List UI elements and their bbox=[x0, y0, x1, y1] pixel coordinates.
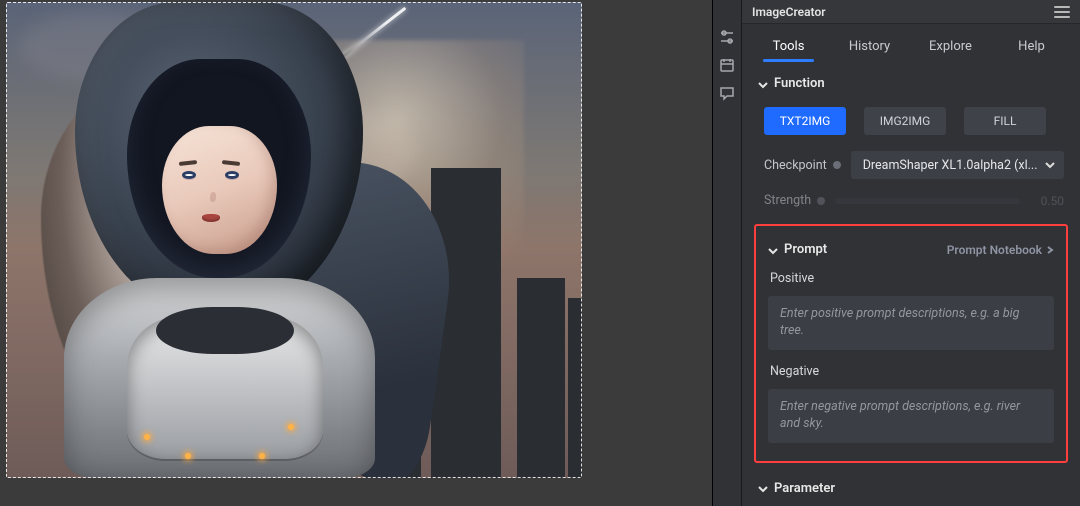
panel-title: ImageCreator bbox=[752, 5, 826, 19]
chevron-down-icon bbox=[1044, 159, 1056, 171]
section-prompt-title: Prompt bbox=[784, 242, 827, 257]
chat-icon[interactable] bbox=[719, 86, 735, 100]
section-function-header[interactable]: Function bbox=[758, 70, 1064, 91]
checkpoint-row: Checkpoint DreamShaper XL1.0alpha2 (xl..… bbox=[758, 147, 1064, 179]
mode-buttons: TXT2IMG IMG2IMG FILL bbox=[758, 101, 1064, 137]
tab-history[interactable]: History bbox=[829, 29, 910, 62]
strength-slider[interactable] bbox=[835, 198, 1020, 204]
mode-img2img[interactable]: IMG2IMG bbox=[864, 107, 946, 135]
prompt-section-highlight: Prompt Prompt Notebook Positive Enter po… bbox=[754, 224, 1068, 463]
calendar-icon[interactable] bbox=[719, 58, 735, 72]
canvas-selection[interactable] bbox=[6, 2, 582, 478]
checkpoint-select[interactable]: DreamShaper XL1.0alpha2 (xl... bbox=[851, 151, 1064, 179]
status-dot-icon bbox=[833, 161, 841, 169]
negative-label: Negative bbox=[768, 358, 1054, 381]
strength-value: 0.50 bbox=[1030, 194, 1064, 208]
prompt-notebook-link[interactable]: Prompt Notebook bbox=[947, 243, 1054, 257]
positive-label: Positive bbox=[768, 265, 1054, 288]
mode-fill[interactable]: FILL bbox=[964, 107, 1046, 135]
main-tabs: Tools History Explore Help bbox=[742, 24, 1080, 66]
app-root: ImageCreator Tools History Explore Help … bbox=[0, 0, 1080, 506]
tab-tools[interactable]: Tools bbox=[748, 29, 829, 62]
chevron-down-icon bbox=[758, 79, 768, 89]
imagecreator-panel: ImageCreator Tools History Explore Help … bbox=[742, 0, 1080, 506]
section-parameter-header[interactable]: Parameter bbox=[758, 475, 1064, 496]
strength-row: Strength 0.50 bbox=[758, 189, 1064, 208]
positive-prompt-input[interactable]: Enter positive prompt descriptions, e.g.… bbox=[768, 296, 1054, 350]
slider-icon[interactable] bbox=[719, 30, 735, 44]
generated-image-preview[interactable] bbox=[6, 2, 582, 478]
strength-label: Strength bbox=[764, 193, 825, 208]
side-icon-strip bbox=[712, 0, 742, 506]
panel-header: ImageCreator bbox=[742, 0, 1080, 24]
checkpoint-label: Checkpoint bbox=[764, 158, 841, 173]
panel-scroll[interactable]: Function TXT2IMG IMG2IMG FILL Checkpoint… bbox=[742, 66, 1080, 506]
negative-prompt-input[interactable]: Enter negative prompt descriptions, e.g.… bbox=[768, 389, 1054, 443]
tab-help[interactable]: Help bbox=[991, 29, 1072, 62]
tab-explore[interactable]: Explore bbox=[910, 29, 991, 62]
chevron-down-icon bbox=[768, 245, 778, 255]
section-prompt-header[interactable]: Prompt Prompt Notebook bbox=[768, 236, 1054, 257]
panel-menu-icon[interactable] bbox=[1054, 6, 1070, 18]
chevron-down-icon bbox=[758, 483, 768, 493]
section-parameter-title: Parameter bbox=[774, 481, 835, 496]
canvas-region[interactable] bbox=[0, 0, 712, 506]
checkpoint-value: DreamShaper XL1.0alpha2 (xl... bbox=[863, 158, 1038, 173]
status-dot-icon bbox=[817, 197, 825, 205]
section-function-title: Function bbox=[774, 76, 825, 91]
chevron-right-icon bbox=[1046, 246, 1054, 254]
mode-txt2img[interactable]: TXT2IMG bbox=[764, 107, 846, 135]
